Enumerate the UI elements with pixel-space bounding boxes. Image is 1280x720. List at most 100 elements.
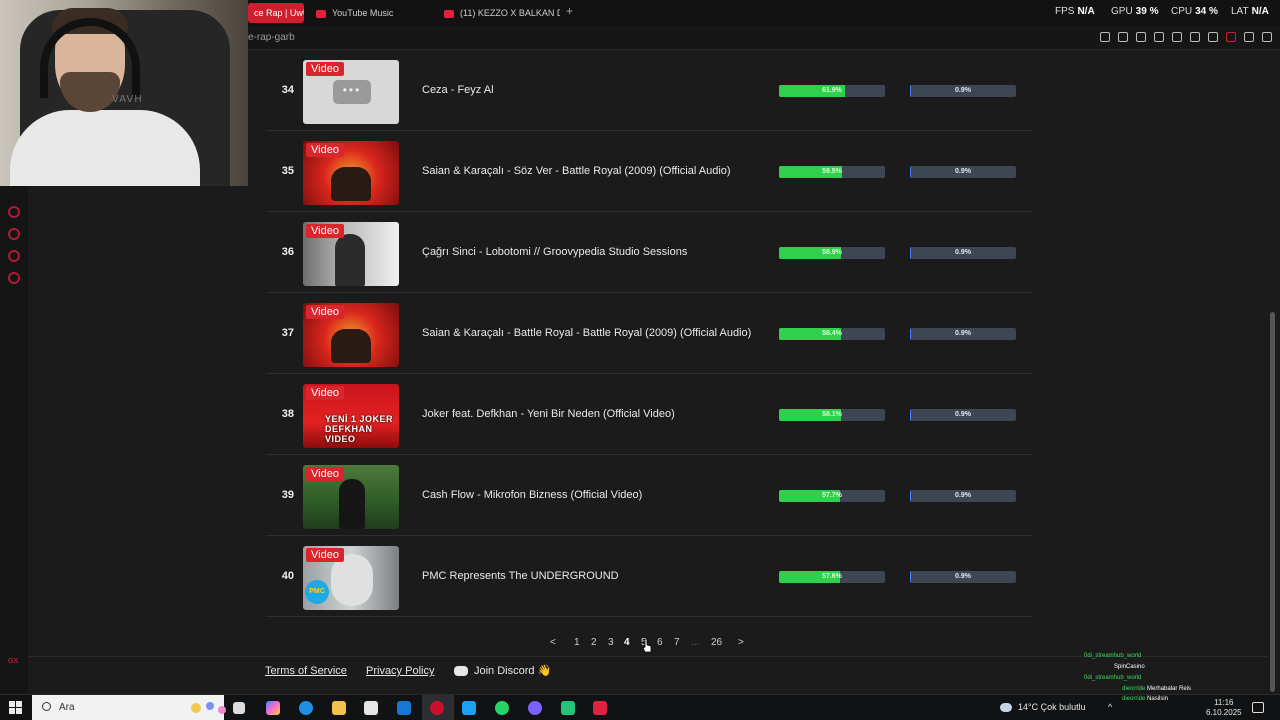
outlook-icon[interactable] — [397, 701, 411, 715]
file-explorer-icon[interactable] — [332, 701, 346, 715]
score-label: 58.9% — [822, 249, 842, 256]
app-icon-green[interactable] — [561, 701, 575, 715]
secondary-bar: 0.9% — [910, 247, 1016, 259]
secondary-label: 0.9% — [955, 573, 971, 580]
scrollbar-thumb[interactable] — [1270, 312, 1275, 692]
album-art-figures — [331, 167, 371, 201]
twitter-icon[interactable] — [462, 701, 476, 715]
secondary-bar: 0.9% — [910, 166, 1016, 178]
privacy-link[interactable]: Privacy Policy — [366, 665, 434, 677]
download-icon[interactable] — [1244, 32, 1254, 42]
new-tab-plus-icon[interactable]: + — [566, 5, 578, 17]
rank-number: 36 — [281, 246, 294, 258]
video-thumbnail[interactable]: ••• Video — [303, 60, 399, 124]
song-title[interactable]: PMC Represents The UNDERGROUND — [422, 536, 619, 616]
tab-youtube-music[interactable]: YouTube Music — [316, 3, 436, 23]
terms-link[interactable]: Terms of Service — [265, 665, 347, 677]
browser-sidebar: GX — [0, 186, 28, 694]
chat-message: Nasilsin — [1147, 696, 1169, 702]
url-text[interactable]: e-rap-garb — [248, 32, 295, 43]
page-last[interactable]: 26 — [711, 637, 722, 648]
copilot-icon[interactable] — [266, 701, 280, 715]
lat-label: LAT — [1231, 6, 1249, 17]
list-item[interactable]: 38 YENİ 1 JOKER DEFKHAN VIDEO Video Joker f… — [266, 374, 1032, 455]
join-discord-link[interactable]: Join Discord 👋 — [454, 664, 551, 677]
score-bar: 59.5% — [779, 166, 885, 178]
score-label: 59.5% — [822, 168, 842, 175]
video-thumbnail[interactable]: Video — [303, 222, 399, 286]
chat-user: SpinCasino — [1114, 664, 1145, 670]
translate-icon[interactable] — [1154, 32, 1164, 42]
opera-gx-icon[interactable] — [430, 701, 444, 715]
sidebar-settings-icon[interactable] — [8, 272, 20, 284]
video-badge: Video — [306, 467, 344, 481]
video-thumbnail[interactable]: Video — [303, 303, 399, 367]
video-thumbnail[interactable]: PMC Video — [303, 546, 399, 610]
search-placeholder: Ara — [59, 702, 75, 713]
sidebar-history-icon[interactable] — [8, 228, 20, 240]
toolbar-icons — [1100, 32, 1272, 42]
artist-figure — [339, 479, 365, 529]
sidebar-chat-icon[interactable] — [8, 250, 20, 262]
profile-icon[interactable] — [1226, 32, 1236, 42]
song-title[interactable]: Çağrı Sinci - Lobotomi // Groovypedia St… — [422, 212, 687, 292]
list-item[interactable]: 35 Video Saian & Karaçalı - Söz Ver - Batt… — [266, 131, 1032, 212]
weather-widget[interactable]: 14°C Çok bulutlu — [1000, 702, 1086, 713]
chat-user: dieorride — [1122, 686, 1146, 692]
task-view-icon[interactable] — [233, 702, 245, 714]
cpu-readout: CPU 34 % — [1171, 6, 1218, 17]
address-bar[interactable]: e-rap-garb — [248, 26, 1280, 50]
screen: ce Rap | UwU YouTube Music (11) KEZZO X … — [0, 0, 1280, 720]
song-title[interactable]: Saian & Karaçalı - Battle Royal - Battle… — [422, 293, 751, 373]
chat-line: dieorride Merhabalar Reis — [1122, 686, 1191, 692]
song-title[interactable]: Joker feat. Defkhan - Yeni Bir Neden (Of… — [422, 374, 675, 454]
page-1[interactable]: 1 — [574, 637, 580, 648]
page-scrollbar[interactable] — [1270, 50, 1276, 692]
snapshot-icon[interactable] — [1118, 32, 1128, 42]
whatsapp-icon[interactable] — [495, 701, 509, 715]
bookmark-icon[interactable] — [1100, 32, 1110, 42]
windows-start-icon[interactable] — [9, 701, 23, 715]
song-title[interactable]: Ceza - Feyz Al — [422, 50, 494, 130]
discord-icon — [454, 666, 468, 677]
tab-label: ce Rap | UwU — [254, 8, 304, 18]
song-title[interactable]: Cash Flow - Mikrofon Bizness (Official V… — [422, 455, 642, 535]
gpu-label: GPU — [1111, 6, 1133, 17]
play-icon[interactable] — [1190, 32, 1200, 42]
shield-icon[interactable] — [1136, 32, 1146, 42]
edge-icon[interactable] — [299, 701, 313, 715]
pagination-next[interactable]: > — [738, 637, 744, 648]
heart-icon[interactable] — [1208, 32, 1218, 42]
song-title[interactable]: Saian & Karaçalı - Söz Ver - Battle Roya… — [422, 131, 731, 211]
discord-taskbar-icon[interactable] — [528, 701, 542, 715]
sidebar-player-icon[interactable] — [8, 206, 20, 218]
streamer-shirt — [10, 110, 200, 186]
cast-icon[interactable] — [1172, 32, 1182, 42]
page-3[interactable]: 3 — [608, 637, 614, 648]
tab-active[interactable]: ce Rap | UwU — [248, 3, 304, 23]
list-item[interactable]: 36 Video Çağrı Sinci - Lobotomi // Groovyp… — [266, 212, 1032, 293]
page-4-current[interactable]: 4 — [624, 637, 630, 648]
video-thumbnail[interactable]: Video — [303, 465, 399, 529]
list-item[interactable]: 37 Video Saian & Karaçalı - Battle Royal -… — [266, 293, 1032, 374]
pagination-prev[interactable]: < — [550, 637, 556, 648]
tab-youtube-video[interactable]: (11) KEZZO X BALKAN DR — [444, 3, 560, 23]
store-icon[interactable] — [364, 701, 378, 715]
video-thumbnail[interactable]: YENİ 1 JOKER DEFKHAN VIDEO Video — [303, 384, 399, 448]
list-item[interactable]: 34 ••• Video Ceza - Feyz Al 61.9% 0.9% — [266, 50, 1032, 131]
page-7[interactable]: 7 — [674, 637, 680, 648]
webcam-overlay: VAVH — [0, 0, 248, 186]
app-icon-red[interactable] — [593, 701, 607, 715]
menu-icon[interactable] — [1262, 32, 1272, 42]
secondary-bar: 0.9% — [910, 85, 1016, 97]
video-thumbnail[interactable]: Video — [303, 141, 399, 205]
list-item[interactable]: 40 PMC Video PMC Represents The UNDERGROUND… — [266, 536, 1032, 617]
page-6[interactable]: 6 — [657, 637, 663, 648]
list-item[interactable]: 39 Video Cash Flow - Mikrofon Bizness (Off… — [266, 455, 1032, 536]
score-bar: 57.7% — [779, 490, 885, 502]
chat-line: 0di_streamhub_world — [1084, 653, 1141, 659]
gpu-value: 39 % — [1135, 6, 1159, 17]
taskbar-search[interactable]: Ara — [32, 695, 226, 720]
page-2[interactable]: 2 — [591, 637, 597, 648]
rank-number: 40 — [281, 570, 294, 582]
